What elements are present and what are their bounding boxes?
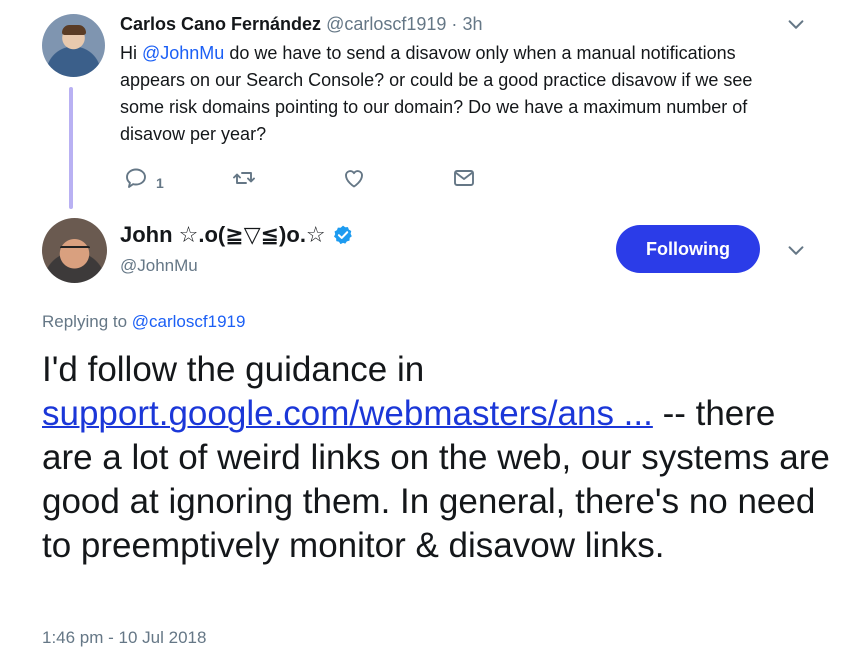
chevron-down-icon[interactable] [785, 14, 807, 36]
author-handle[interactable]: @JohnMu [120, 256, 198, 276]
avatar[interactable] [42, 14, 105, 77]
retweet-button[interactable] [232, 166, 256, 195]
mention-link[interactable]: @JohnMu [142, 43, 224, 63]
reply-icon [124, 166, 148, 195]
replying-label: Replying to [42, 312, 132, 331]
direct-message-button[interactable] [452, 166, 476, 195]
text-before-link: I'd follow the guidance in [42, 350, 425, 389]
retweet-icon [232, 166, 256, 195]
parent-tweet-text: Hi @JohnMu do we have to send a disavow … [120, 40, 800, 148]
replying-to: Replying to @carloscf1919 [42, 312, 245, 332]
reply-button[interactable]: 1 [124, 166, 164, 195]
tweet-text: I'd follow the guidance in support.googl… [42, 348, 832, 568]
avatar[interactable] [42, 218, 107, 283]
author-name[interactable]: John ☆.o(≧▽≦)o.☆ [120, 222, 326, 248]
following-button[interactable]: Following [616, 225, 760, 273]
direct-message-icon [452, 166, 476, 195]
reply-count: 1 [156, 174, 164, 191]
like-icon [342, 166, 366, 195]
tweet-timestamp[interactable]: 1:46 pm - 10 Jul 2018 [42, 628, 206, 648]
text-prefix: Hi [120, 43, 142, 63]
tweet-time[interactable]: 3h [462, 14, 482, 34]
verified-badge-icon [332, 224, 354, 246]
parent-tweet-header: Carlos Cano Fernández @carloscf1919 · 3h [120, 12, 482, 36]
separator: · [451, 14, 458, 34]
thread-line [69, 87, 73, 209]
support-link[interactable]: support.google.com/webmasters/ans ... [42, 394, 653, 433]
author-name-row: John ☆.o(≧▽≦)o.☆ [120, 222, 354, 248]
like-button[interactable] [342, 166, 366, 195]
author-handle[interactable]: @carloscf1919 [326, 14, 446, 34]
chevron-down-icon[interactable] [785, 240, 807, 262]
author-name[interactable]: Carlos Cano Fernández [120, 14, 321, 34]
replying-handle[interactable]: @carloscf1919 [132, 312, 246, 331]
